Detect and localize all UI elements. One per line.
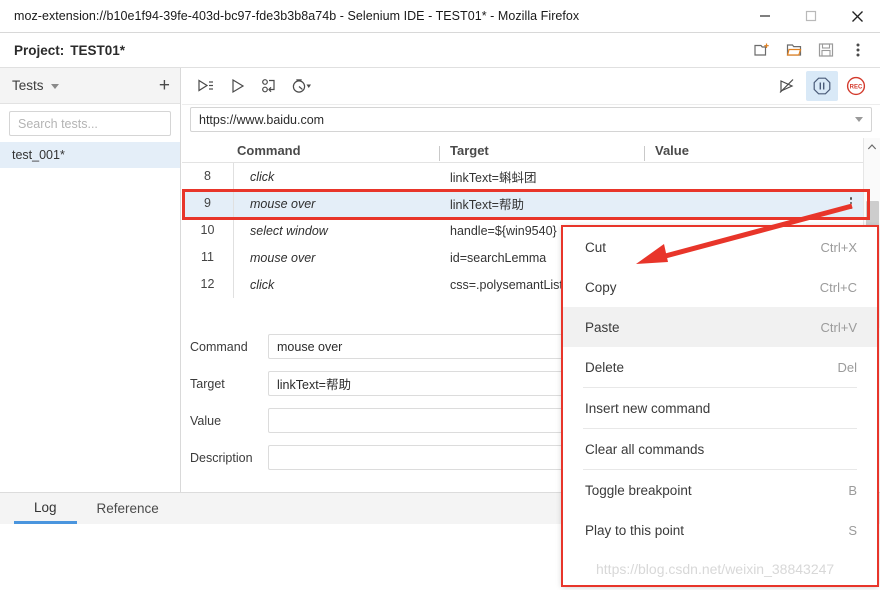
menu-item-label: Play to this point	[585, 522, 685, 538]
menu-item-label: Copy	[585, 279, 617, 295]
table-header-row: Command Target Value	[182, 138, 880, 163]
window-title: moz-extension://b10e1f94-39fe-403d-bc97-…	[14, 9, 580, 23]
tests-search-wrapper	[0, 104, 180, 142]
menu-item-play-to-this-point[interactable]: Play to this point S	[563, 510, 877, 550]
menu-item-shortcut: S	[848, 522, 857, 538]
record-icon[interactable]: REC	[840, 71, 872, 101]
header-target-label: Target	[450, 142, 489, 158]
label-description: Description	[190, 450, 253, 465]
column-divider	[644, 145, 645, 161]
tests-sidebar: Tests + test_001*	[0, 68, 181, 492]
row-index: 12	[182, 271, 234, 298]
menu-item-shortcut: Ctrl+X	[820, 239, 857, 255]
menu-item-cut[interactable]: Cut Ctrl+X	[563, 227, 877, 267]
search-box[interactable]	[9, 111, 179, 136]
row-index: 10	[182, 217, 234, 244]
header-value-label: Value	[655, 142, 689, 158]
menu-item-copy[interactable]: Copy Ctrl+C	[563, 267, 877, 307]
menu-item-label: Clear all commands	[585, 441, 705, 457]
menu-item-label: Paste	[585, 319, 620, 335]
label-command: Command	[190, 339, 248, 354]
menu-item-toggle-breakpoint[interactable]: Toggle breakpoint B	[563, 470, 877, 510]
base-url-input[interactable]: https://www.baidu.com	[190, 107, 872, 132]
menu-item-label: Toggle breakpoint	[585, 482, 692, 498]
menu-item-label: Delete	[585, 359, 625, 375]
tab-log[interactable]: Log	[14, 493, 77, 524]
title-bar: moz-extension://b10e1f94-39fe-403d-bc97-…	[0, 0, 880, 33]
row-command: click	[250, 169, 275, 184]
row-target: linkText=帮助	[450, 198, 524, 212]
row-command: mouse over	[250, 250, 316, 265]
row-command: select window	[250, 223, 328, 238]
close-icon[interactable]	[834, 0, 880, 33]
row-index: 9	[182, 190, 234, 217]
column-divider	[439, 145, 440, 161]
pause-icon[interactable]	[806, 71, 838, 101]
tests-heading: Tests	[12, 78, 44, 93]
table-row-selected[interactable]: 9 mouse over linkText=帮助	[182, 190, 880, 217]
test-item-label: test_001*	[12, 148, 65, 162]
more-options-icon[interactable]	[844, 36, 872, 64]
window-controls	[742, 0, 880, 33]
tests-header: Tests +	[0, 68, 180, 104]
new-project-icon[interactable]	[748, 36, 776, 64]
label-value: Value	[190, 413, 222, 428]
step-over-icon[interactable]	[254, 71, 286, 101]
run-all-tests-icon[interactable]	[190, 71, 222, 101]
disable-breakpoints-icon[interactable]	[772, 71, 804, 101]
run-current-test-icon[interactable]	[222, 71, 254, 101]
row-command: click	[250, 277, 275, 292]
chevron-up-icon[interactable]	[864, 138, 880, 155]
menu-item-insert-new-command[interactable]: Insert new command	[563, 388, 877, 428]
row-target: linkText=蝌蚪团	[450, 171, 537, 185]
toolbar-right-actions: REC	[772, 71, 880, 101]
base-url-value: https://www.baidu.com	[199, 112, 325, 127]
save-project-icon[interactable]	[812, 36, 840, 64]
menu-item-paste[interactable]: Paste Ctrl+V	[563, 307, 877, 347]
project-name: TEST01*	[70, 42, 126, 58]
project-label: Project:	[14, 42, 65, 58]
chevron-down-icon[interactable]	[50, 84, 59, 89]
context-menu: Cut Ctrl+X Copy Ctrl+C Paste Ctrl+V Dele…	[562, 226, 878, 586]
svg-text:REC: REC	[850, 85, 863, 91]
menu-item-shortcut: B	[848, 482, 857, 498]
row-index: 8	[182, 163, 234, 190]
minimize-icon[interactable]	[742, 0, 788, 33]
row-menu-icon[interactable]	[844, 194, 858, 212]
maximize-icon[interactable]	[788, 0, 834, 33]
add-test-button[interactable]: +	[159, 76, 170, 95]
menu-item-label: Cut	[585, 239, 607, 255]
header-value[interactable]: Value	[644, 142, 849, 161]
menu-item-clear-all-commands[interactable]: Clear all commands	[563, 429, 877, 469]
label-target: Target	[190, 376, 225, 391]
menu-item-delete[interactable]: Delete Del	[563, 347, 877, 387]
row-command: mouse over	[250, 196, 316, 211]
table-row[interactable]: 8 click linkText=蝌蚪团	[182, 163, 880, 190]
selenium-ide-window: moz-extension://b10e1f94-39fe-403d-bc97-…	[0, 0, 880, 590]
run-toolbar: REC	[182, 68, 880, 105]
project-actions	[748, 36, 880, 64]
header-command[interactable]: Command	[234, 143, 439, 158]
menu-item-shortcut: Ctrl+C	[819, 279, 857, 295]
sidebar-item-test-001[interactable]: test_001*	[0, 142, 180, 168]
speed-control-icon[interactable]	[286, 71, 318, 101]
menu-item-shortcut: Del	[837, 359, 857, 375]
menu-item-shortcut: Ctrl+V	[820, 319, 857, 335]
menu-item-label: Insert new command	[585, 400, 711, 416]
chevron-down-icon[interactable]	[855, 117, 863, 122]
row-index: 11	[182, 244, 234, 271]
open-project-icon[interactable]	[780, 36, 808, 64]
search-input[interactable]	[18, 116, 179, 131]
header-target[interactable]: Target	[439, 142, 644, 161]
tab-reference[interactable]: Reference	[77, 493, 179, 524]
project-bar: Project: TEST01*	[0, 33, 880, 68]
